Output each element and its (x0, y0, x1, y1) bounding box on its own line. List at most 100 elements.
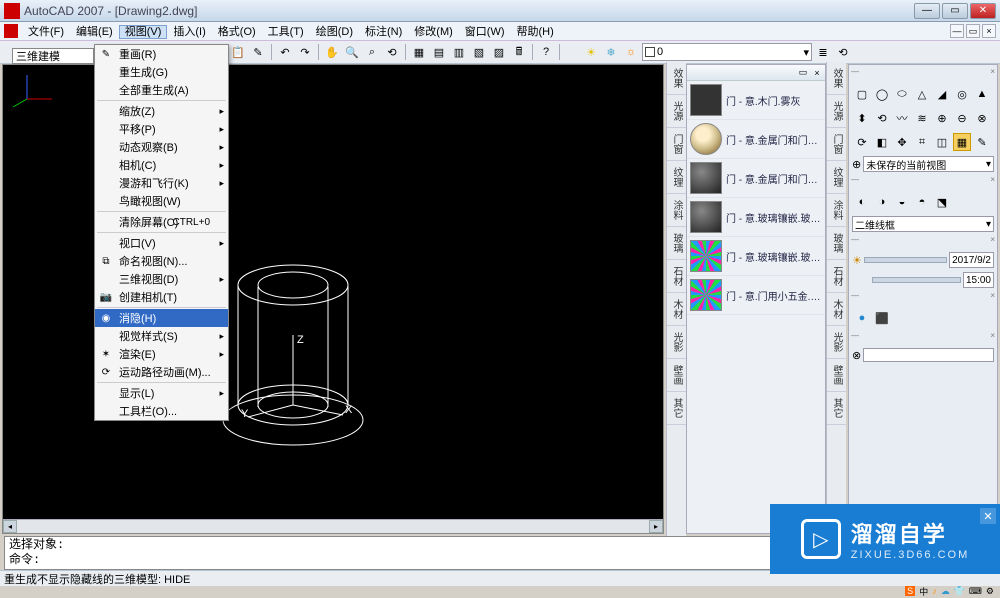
menu-item[interactable]: 工具(T) (262, 25, 310, 39)
time-field[interactable]: 15:00 (963, 272, 994, 288)
ti-vs1-icon[interactable]: ◐ (853, 193, 871, 211)
rp3-min-icon[interactable]: — (851, 235, 859, 249)
watermark-close-icon[interactable]: ✕ (980, 508, 996, 524)
tool-palette-icon[interactable]: ▥ (450, 43, 468, 61)
ti-union-icon[interactable]: ⊕ (933, 109, 951, 127)
rp5-close-icon[interactable]: × (990, 331, 995, 345)
menu-row[interactable]: 重生成(G) (95, 63, 228, 81)
layer-freeze-icon[interactable]: ❄ (602, 43, 620, 61)
view-combo[interactable]: 未保存的当前视图▾ (863, 156, 994, 172)
tool-undo-icon[interactable]: ↶ (276, 43, 294, 61)
tray-ime-icon[interactable]: S (905, 586, 915, 596)
ti-loft-icon[interactable]: ≋ (913, 109, 931, 127)
vertical-tab[interactable]: 纹理 (827, 161, 846, 194)
ti-revolve-icon[interactable]: ⟲ (873, 109, 891, 127)
menu-row[interactable]: ⟳运动路径动画(M)... (95, 363, 228, 381)
tray-icon-2[interactable]: ♪ (932, 586, 937, 596)
mdi-restore[interactable]: ▭ (966, 24, 980, 38)
menu-row[interactable]: 鸟瞰视图(W) (95, 192, 228, 210)
rp-close-icon[interactable]: × (990, 67, 995, 81)
vertical-tab[interactable]: 涂料 (827, 194, 846, 227)
menu-row[interactable]: 漫游和飞行(K)▸ (95, 174, 228, 192)
vertical-tab[interactable]: 石材 (667, 260, 686, 293)
rp2-min-icon[interactable]: — (851, 175, 859, 189)
rp4-close-icon[interactable]: × (990, 291, 995, 305)
vertical-tab[interactable]: 光影 (827, 326, 846, 359)
ti-int-icon[interactable]: ⊗ (973, 109, 991, 127)
menu-item[interactable]: 视图(V) (119, 25, 168, 39)
ti-sub-icon[interactable]: ⊖ (953, 109, 971, 127)
mdi-minimize[interactable]: — (950, 24, 964, 38)
ti-ucs-icon[interactable]: ✥ (893, 133, 911, 151)
scroll-right-btn[interactable]: ▸ (649, 520, 663, 533)
vertical-tab[interactable]: 木材 (827, 293, 846, 326)
ti-sphere-icon[interactable]: ◯ (873, 85, 891, 103)
scroll-left-btn[interactable]: ◂ (3, 520, 17, 533)
ti-light-icon[interactable]: ● (853, 309, 871, 327)
minimize-button[interactable]: — (914, 3, 940, 19)
ti-collapse-icon[interactable]: ⊗ (852, 349, 861, 362)
shade-combo[interactable]: 二维线框▾ (852, 216, 994, 232)
ti-sect-icon[interactable]: ⌗ (913, 133, 931, 151)
vertical-tab[interactable]: 玻璃 (667, 227, 686, 260)
ti-extrude-icon[interactable]: ⬍ (853, 109, 871, 127)
menu-row[interactable]: 全部重生成(A) (95, 81, 228, 99)
vertical-tab[interactable]: 光影 (667, 326, 686, 359)
tray-icon-5[interactable]: ⌨ (969, 586, 982, 597)
canvas-scrollbar-h[interactable]: ◂ ▸ (3, 519, 663, 533)
menu-row[interactable]: 清除屏幕(C)CTRL+0 (95, 213, 228, 231)
rp4-min-icon[interactable]: — (851, 291, 859, 305)
menu-row[interactable]: 动态观察(B)▸ (95, 138, 228, 156)
tool-paste-icon[interactable]: 📋 (229, 43, 247, 61)
vertical-tab[interactable]: 石材 (827, 260, 846, 293)
menu-item[interactable]: 帮助(H) (511, 25, 560, 39)
material-item[interactable]: 门 - 意.玻璃镶嵌.玻璃... (687, 198, 825, 237)
ti-vs3-icon[interactable]: ◒ (893, 193, 911, 211)
material-item[interactable]: 门 - 意.玻璃镶嵌.玻璃... (687, 237, 825, 276)
vertical-tab[interactable]: 壁画 (827, 359, 846, 392)
layer-sun-icon[interactable]: ☼ (622, 43, 640, 61)
close-button[interactable]: ✕ (970, 3, 996, 19)
vertical-tab[interactable]: 效果 (667, 62, 686, 95)
material-item[interactable]: 门 - 意.木门.雾灰 (687, 81, 825, 120)
vertical-tab[interactable]: 光源 (667, 95, 686, 128)
ti-xedge-icon[interactable]: ✎ (973, 133, 991, 151)
matpanel-close-icon[interactable]: × (811, 67, 823, 79)
rp2-close-icon[interactable]: × (990, 175, 995, 189)
menu-item[interactable]: 编辑(E) (70, 25, 119, 39)
vertical-tab[interactable]: 壁画 (667, 359, 686, 392)
menu-row[interactable]: 视觉样式(S)▸ (95, 327, 228, 345)
menu-item[interactable]: 窗口(W) (459, 25, 511, 39)
ti-vs4-icon[interactable]: ◓ (913, 193, 931, 211)
rp-view-icon[interactable]: ⊕ (852, 158, 861, 171)
ti-torus-icon[interactable]: ◎ (953, 85, 971, 103)
layer-combo[interactable]: 0 ▾ (642, 43, 812, 61)
vertical-tab[interactable]: 光源 (827, 95, 846, 128)
matpanel-tool-icon[interactable]: ▭ (797, 67, 809, 79)
menu-row[interactable]: 相机(C)▸ (95, 156, 228, 174)
material-item[interactable]: 门 - 意.门用小五金.铬... (687, 276, 825, 315)
rp3-close-icon[interactable]: × (990, 235, 995, 249)
ti-3dor-icon[interactable]: ⟳ (853, 133, 871, 151)
vertical-tab[interactable]: 效果 (827, 62, 846, 95)
tool-redo-icon[interactable]: ↷ (296, 43, 314, 61)
vertical-tab[interactable]: 纹理 (667, 161, 686, 194)
ti-sun-icon[interactable]: ☀ (852, 254, 862, 267)
vertical-tab[interactable]: 涂料 (667, 194, 686, 227)
layer-bulb-icon[interactable]: ☀ (582, 43, 600, 61)
tool-match-icon[interactable]: ✎ (249, 43, 267, 61)
rp5-field[interactable] (863, 348, 994, 362)
ti-slice-icon[interactable]: ◫ (933, 133, 951, 151)
menu-row[interactable]: ✎重画(R) (95, 45, 228, 63)
tool-zoom-rt-icon[interactable]: 🔍 (343, 43, 361, 61)
tool-dcenter-icon[interactable]: ▤ (430, 43, 448, 61)
menu-row[interactable]: 缩放(Z)▸ (95, 102, 228, 120)
ti-cone-icon[interactable]: △ (913, 85, 931, 103)
mdi-close[interactable]: × (982, 24, 996, 38)
sun-slider[interactable] (864, 257, 947, 263)
ti-wedge-icon[interactable]: ◢ (933, 85, 951, 103)
menu-item[interactable]: 插入(I) (167, 25, 211, 39)
maximize-button[interactable]: ▭ (942, 3, 968, 19)
tool-pan-icon[interactable]: ✋ (323, 43, 341, 61)
tray-icon-3[interactable]: ☁ (941, 586, 950, 597)
